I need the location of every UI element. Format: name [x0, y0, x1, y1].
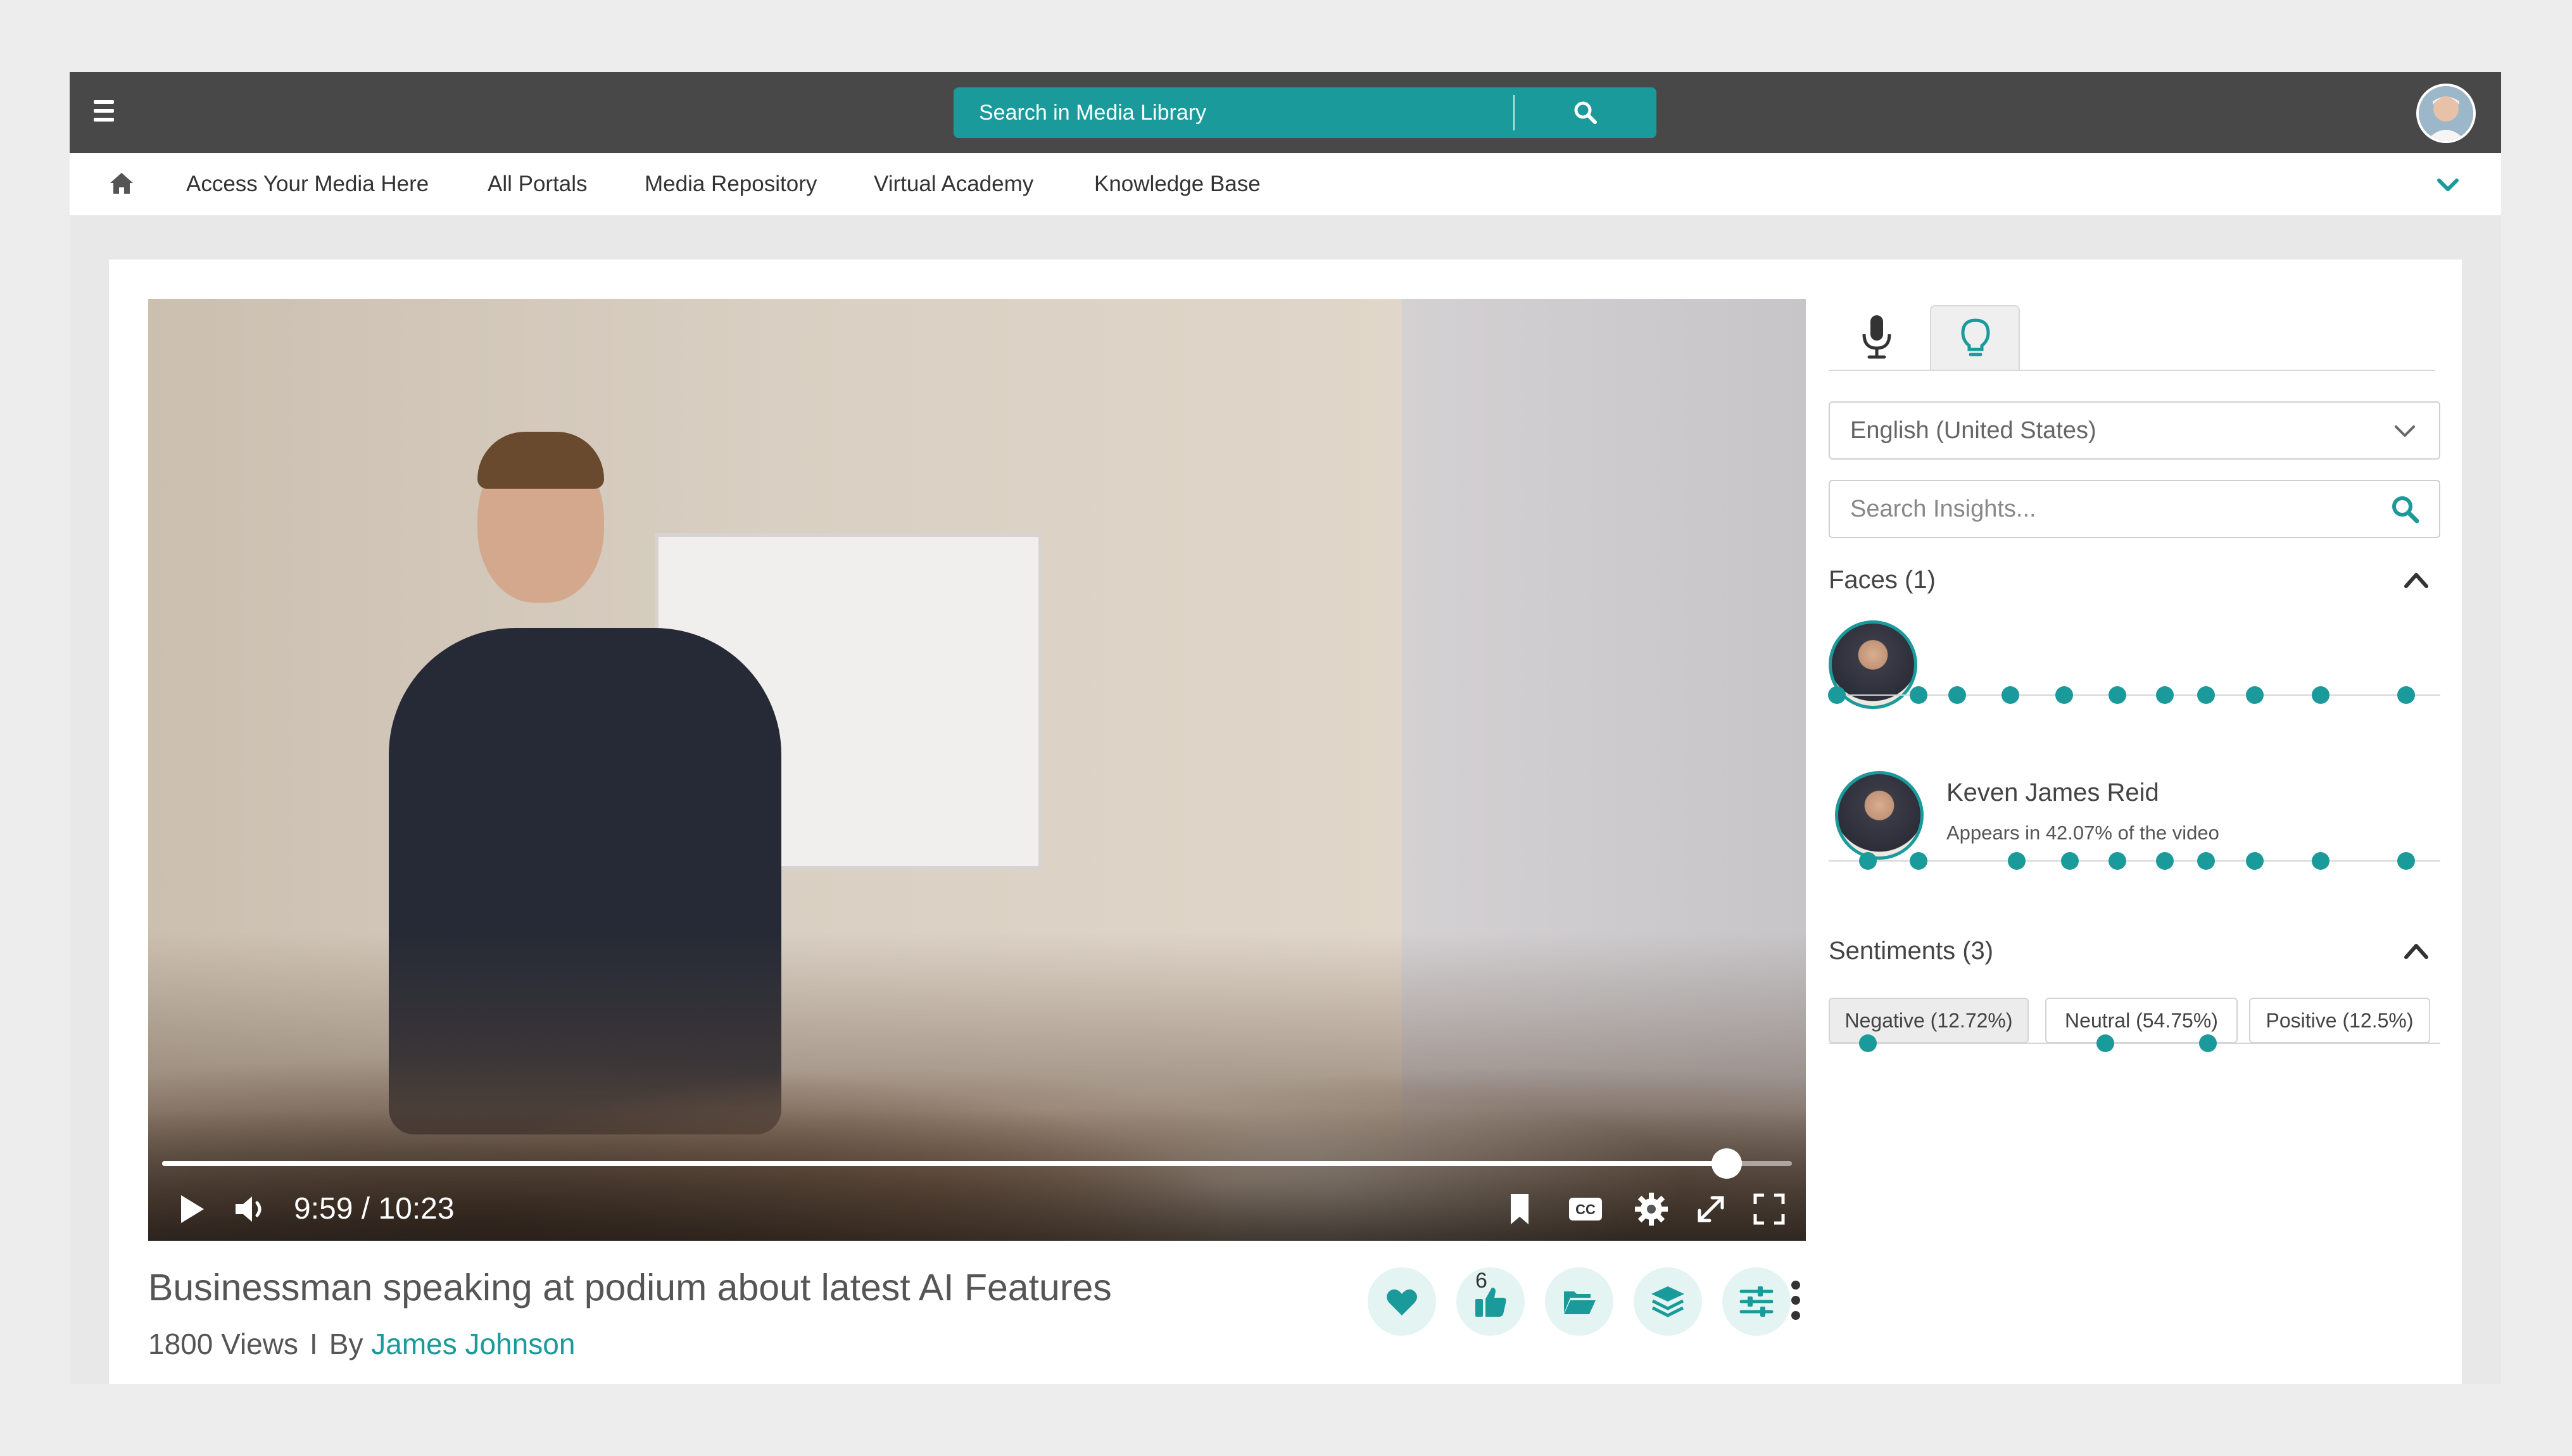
faces-timeline-marker[interactable]	[2311, 686, 2329, 704]
content-card: 9:59 / 10:23 CC Businessman speaking at …	[109, 260, 2462, 1384]
sentiment-timeline-marker[interactable]	[2198, 1034, 2217, 1052]
avatar[interactable]	[2416, 84, 2476, 143]
person-timeline-marker[interactable]	[2311, 852, 2329, 870]
person-timeline-marker[interactable]	[2156, 852, 2174, 870]
add-to-folder-button[interactable]	[1545, 1267, 1613, 1336]
more-vertical-icon[interactable]	[1788, 1280, 1803, 1321]
person-timeline[interactable]	[1829, 852, 2440, 870]
person-appearance: Appears in 42.07% of the video	[1946, 822, 2219, 844]
search-icon	[1574, 101, 1597, 124]
faces-timeline-marker[interactable]	[2246, 686, 2264, 704]
video-title: Businessman speaking at podium about lat…	[148, 1267, 1112, 1309]
faces-timeline-marker[interactable]	[1910, 686, 1927, 704]
person-timeline-marker[interactable]	[2108, 852, 2126, 870]
sentiments-section-title: Sentiments (3)	[1829, 937, 1994, 965]
video-meta: 1800 Views I By James Johnson	[148, 1327, 575, 1361]
person-timeline-marker[interactable]	[2397, 852, 2415, 870]
favorite-button[interactable]	[1368, 1267, 1436, 1336]
person-timeline-marker[interactable]	[1858, 852, 1877, 870]
faces-timeline-marker[interactable]	[2397, 686, 2415, 704]
fullscreen-icon[interactable]	[1751, 1191, 1787, 1227]
tab-insights[interactable]	[1930, 305, 2020, 371]
chevron-up-icon[interactable]	[2401, 938, 2431, 963]
nav-item-media-repository[interactable]: Media Repository	[645, 153, 817, 215]
person-timeline-marker[interactable]	[1910, 852, 1927, 870]
meta-separator: I	[310, 1327, 318, 1360]
sentiments-timeline-track	[1829, 1043, 2440, 1044]
chevron-down-icon	[2395, 425, 2415, 437]
faces-timeline-marker[interactable]	[2001, 686, 2019, 704]
app-window: Search in Media Library Access Your Medi…	[70, 72, 2501, 1384]
window-frame: Search in Media Library Access Your Medi…	[0, 0, 2572, 1456]
faces-timeline-marker[interactable]	[1827, 686, 1846, 704]
by-label: By	[329, 1327, 363, 1360]
nav-bar: Access Your Media Here All Portals Media…	[70, 153, 2501, 215]
folder-icon	[1564, 1291, 1596, 1314]
faces-timeline-marker[interactable]	[1948, 686, 1966, 704]
faces-section-title: Faces (1)	[1829, 566, 1936, 594]
seek-bar-thumb[interactable]	[1712, 1148, 1743, 1179]
sliders-icon	[1739, 1286, 1774, 1317]
video-player[interactable]: 9:59 / 10:23 CC	[148, 299, 1806, 1241]
language-select-value: English (United States)	[1850, 417, 2096, 444]
like-count: 6	[1475, 1269, 1487, 1293]
microphone-icon[interactable]	[1848, 306, 1906, 365]
nav-item-all-portals[interactable]: All Portals	[488, 153, 588, 215]
add-to-playlist-button[interactable]	[1634, 1267, 1702, 1336]
person-timeline-marker[interactable]	[2007, 852, 2026, 870]
faces-timeline-marker[interactable]	[2156, 686, 2174, 704]
faces-timeline-marker[interactable]	[2108, 686, 2126, 704]
sentiment-timeline-marker[interactable]	[1858, 1034, 1877, 1052]
faces-timeline-marker[interactable]	[2197, 686, 2216, 704]
nav-item-knowledge-base[interactable]: Knowledge Base	[1094, 153, 1261, 215]
pip-icon[interactable]	[1693, 1191, 1729, 1227]
play-icon[interactable]	[173, 1191, 209, 1227]
person-timeline-marker[interactable]	[2246, 852, 2264, 870]
language-select[interactable]: English (United States)	[1829, 401, 2440, 460]
sentiment-timeline-marker[interactable]	[2096, 1034, 2114, 1052]
author-link[interactable]: James Johnson	[371, 1327, 575, 1360]
seek-bar-played	[162, 1161, 1727, 1166]
cc-icon[interactable]: CC	[1568, 1191, 1603, 1227]
volume-icon[interactable]	[232, 1191, 267, 1227]
bookmark-icon[interactable]	[1502, 1191, 1537, 1227]
tab-underline	[1829, 370, 2435, 371]
menu-icon[interactable]	[94, 100, 114, 125]
layers-icon	[1651, 1286, 1684, 1317]
search-button[interactable]	[1515, 87, 1656, 138]
seek-bar[interactable]	[162, 1148, 1792, 1179]
top-bar: Search in Media Library	[70, 72, 2501, 153]
time-display: 9:59 / 10:23	[294, 1192, 455, 1226]
media-library-search[interactable]: Search in Media Library	[954, 87, 1656, 138]
avatar-image	[2419, 86, 2473, 141]
like-button[interactable]	[1456, 1267, 1525, 1336]
faces-timeline-marker[interactable]	[2055, 686, 2073, 704]
lightbulb-icon	[1961, 318, 1990, 356]
view-count: 1800 Views	[148, 1327, 298, 1360]
home-icon[interactable]	[108, 170, 136, 198]
settings-sliders-button[interactable]	[1722, 1267, 1791, 1336]
svg-text:CC: CC	[1575, 1202, 1596, 1217]
chevron-down-icon[interactable]	[2435, 172, 2461, 198]
chevron-up-icon[interactable]	[2401, 567, 2431, 593]
insights-panel: English (United States) Search Insights.…	[1827, 299, 2442, 1185]
person-timeline-marker[interactable]	[2197, 852, 2216, 870]
insights-search-placeholder: Search Insights...	[1850, 496, 2036, 522]
insights-search-input[interactable]: Search Insights...	[1829, 480, 2440, 538]
sentiments-timeline[interactable]	[1829, 1034, 2440, 1052]
person-name[interactable]: Keven James Reid	[1946, 779, 2159, 807]
person-face-thumbnail[interactable]	[1835, 771, 1924, 860]
person-timeline-marker[interactable]	[2060, 852, 2079, 870]
search-icon[interactable]	[2390, 494, 2420, 524]
nav-item-access-your-media[interactable]: Access Your Media Here	[186, 153, 429, 215]
gear-icon[interactable]	[1634, 1191, 1669, 1227]
nav-item-virtual-academy[interactable]: Virtual Academy	[874, 153, 1033, 215]
heart-icon	[1387, 1289, 1417, 1315]
media-library-search-input[interactable]: Search in Media Library	[979, 87, 1206, 138]
faces-timeline[interactable]	[1827, 686, 2440, 704]
